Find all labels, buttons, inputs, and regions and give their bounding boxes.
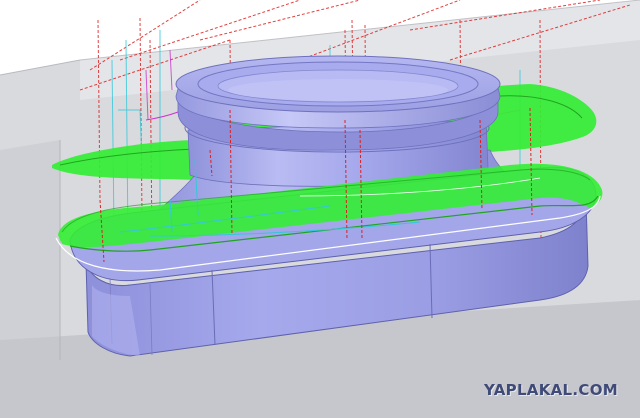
cam-scene [0, 0, 640, 418]
site-watermark: YAPLAKAL.COM [484, 381, 618, 399]
cam-3d-viewport[interactable]: YAPLAKAL.COM [0, 0, 640, 418]
